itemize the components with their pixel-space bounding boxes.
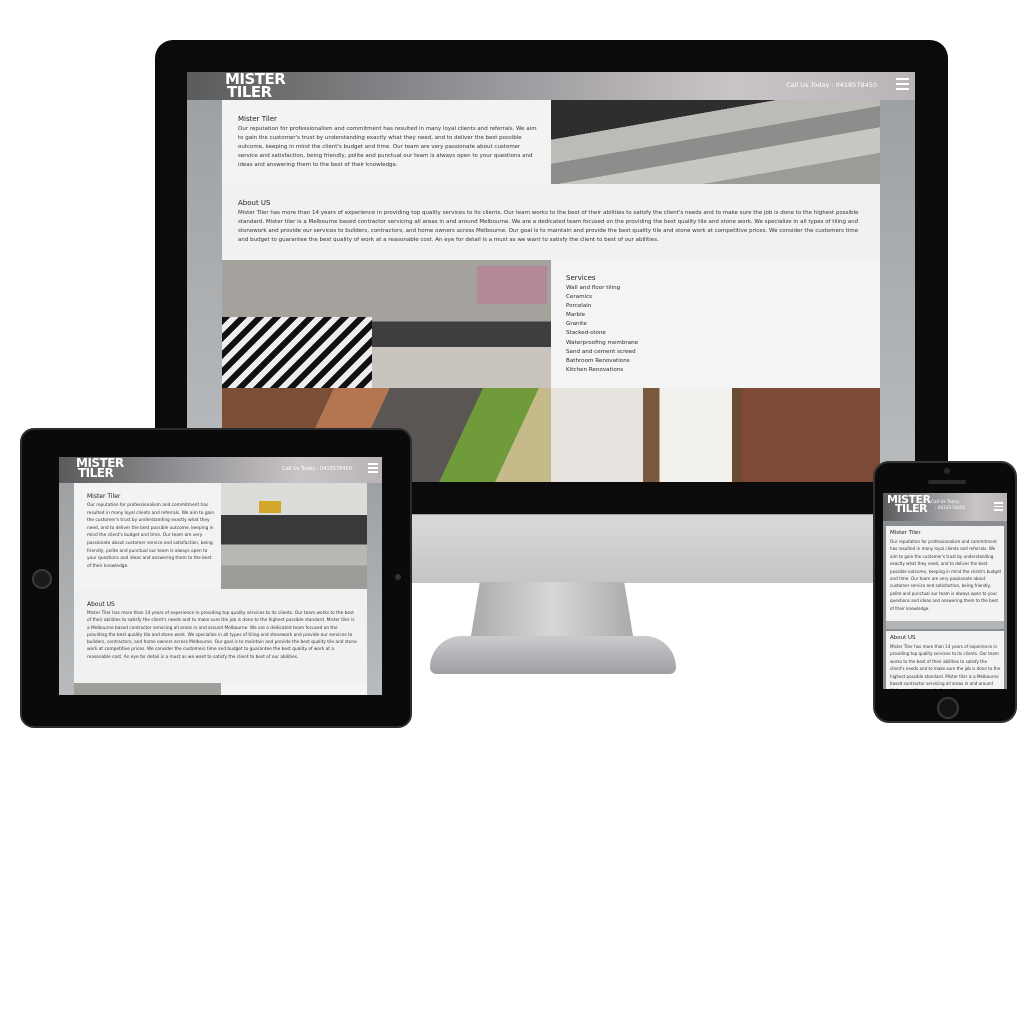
- call-us-line-2: : 0418578450: [935, 506, 966, 511]
- intro-title: Mister Tiler: [87, 493, 121, 500]
- services-panel: Services Wall and floor tiling Ceramics …: [551, 260, 880, 388]
- phone-speaker: [928, 480, 966, 484]
- phone-logo[interactable]: MISTER TILER: [887, 494, 931, 515]
- bathroom-photo: [551, 388, 880, 482]
- tablet-home-button: [32, 569, 52, 589]
- hamburger-menu-icon[interactable]: [368, 463, 378, 475]
- service-item: Stacked-stone: [566, 330, 606, 337]
- hamburger-menu-icon[interactable]: [896, 78, 909, 93]
- intro-panel: Mister Tiler Our reputation for professi…: [74, 483, 221, 589]
- intro-text: Our reputation for professionalism and c…: [238, 126, 537, 168]
- about-title: About US: [890, 635, 916, 641]
- desktop-screen: MISTER TILER Call Us Today : 0418578450 …: [187, 72, 915, 482]
- services-list: Wall and floor tiling Ceramics Porcelain…: [566, 284, 638, 375]
- pink-cushion: [477, 266, 547, 304]
- service-item: Bathroom Renovations: [566, 357, 630, 364]
- right-margin-strip: [880, 100, 915, 482]
- intro-panel: Mister Tiler Our reputation for professi…: [886, 526, 1004, 621]
- call-us-text[interactable]: Call Us Today : 0418578450: [786, 81, 877, 89]
- intro-title: Mister Tiler: [238, 115, 277, 123]
- next-panel-strip: [221, 683, 367, 695]
- left-margin-strip: [59, 483, 74, 695]
- tablet-site-header: MISTER TILER Call Us Today : 0418578450: [59, 457, 382, 483]
- grey-sofa-photo: [221, 483, 367, 589]
- lounge-photo: [222, 260, 551, 388]
- about-title: About US: [238, 199, 271, 207]
- intro-title: Mister Tiler: [890, 530, 921, 536]
- living-room-floor-photo: [551, 100, 880, 184]
- service-item: Wall and floor tiling: [566, 285, 621, 291]
- about-panel: About US Mister Tiler has more than 14 y…: [886, 631, 1004, 689]
- service-item: Ceramics: [566, 294, 593, 301]
- phone-home-button: [937, 697, 959, 719]
- call-us-text[interactable]: Call Us Today : 0418578450: [282, 466, 352, 472]
- patterned-throw: [222, 317, 372, 388]
- service-item: Kitchen Renovations: [566, 366, 624, 373]
- right-margin-strip: [367, 483, 382, 695]
- next-photo-strip: [74, 683, 221, 695]
- yellow-throw: [259, 501, 281, 513]
- about-text: Mister Tiler has more than 14 years of e…: [87, 611, 357, 660]
- about-panel: About US Mister Tiler has more than 14 y…: [74, 589, 367, 683]
- tablet-screen: MISTER TILER Call Us Today : 0418578450 …: [59, 457, 382, 695]
- section-divider: [886, 621, 1004, 629]
- tablet-logo[interactable]: MISTER TILER: [76, 457, 124, 480]
- intro-panel: Mister Tiler Our reputation for professi…: [222, 100, 551, 184]
- about-title: About US: [87, 601, 115, 608]
- about-text: Mister Tiler has more than 14 years of e…: [238, 210, 859, 243]
- service-item: Waterproofing membrane: [566, 339, 639, 346]
- service-item: Porcelain: [566, 303, 592, 310]
- service-item: Marble: [566, 312, 586, 319]
- service-item: Sand and cement screed: [566, 348, 636, 355]
- left-margin-strip: [187, 100, 222, 482]
- phone-screen: MISTER TILER Call Us Today : 0418578450 …: [883, 493, 1007, 689]
- monitor-stand-base: [430, 636, 676, 674]
- phone-camera: [944, 468, 950, 474]
- service-item: Granite: [566, 321, 587, 328]
- phone-site-header: MISTER TILER Call Us Today : 0418578450: [883, 493, 1007, 521]
- desktop-site-header: MISTER TILER Call Us Today : 0418578450: [187, 72, 915, 100]
- intro-text: Our reputation for professionalism and c…: [890, 539, 1002, 611]
- about-text: Mister Tiler has more than 14 years of e…: [890, 644, 1001, 689]
- desktop-logo[interactable]: MISTER TILER: [225, 72, 286, 99]
- call-us-text[interactable]: Call Us Today : 0418578450: [931, 500, 965, 512]
- about-panel: About US Mister Tiler has more than 14 y…: [222, 184, 880, 260]
- intro-text: Our reputation for professionalism and c…: [87, 503, 215, 569]
- services-title: Services: [566, 274, 596, 282]
- hamburger-menu-icon[interactable]: [994, 502, 1003, 513]
- monitor-stand-neck: [470, 582, 634, 642]
- tablet-camera: [395, 574, 401, 580]
